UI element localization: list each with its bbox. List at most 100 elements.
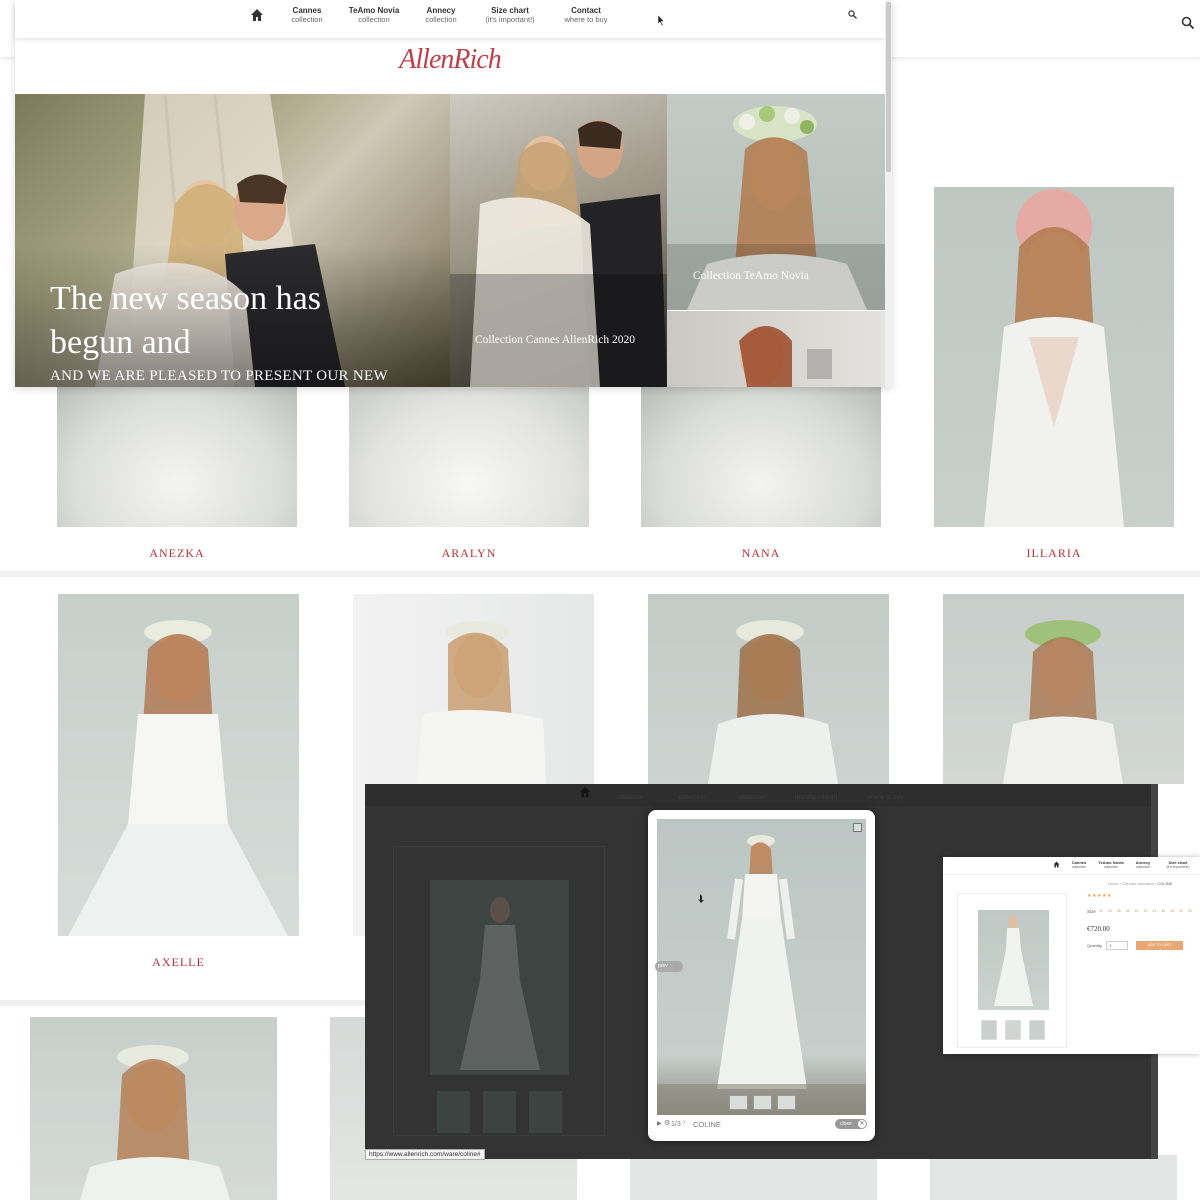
prev-button[interactable]: prev — [655, 961, 683, 972]
image-counter: 1/3 — [671, 1121, 681, 1128]
lightbox-thumb-2[interactable] — [753, 1095, 772, 1110]
scrollbar-thumb[interactable] — [886, 2, 891, 172]
product-image-row3-1[interactable] — [30, 1017, 277, 1200]
nav-item-annecy[interactable]: Annecy collection — [727, 784, 777, 802]
nav-item-cannes[interactable]: Cannes collection — [1065, 860, 1093, 870]
breadcrumb: Home › Cannes collection › COLINE — [1108, 881, 1173, 886]
hero-card-annecy[interactable] — [667, 311, 885, 387]
product-name-aralyn[interactable]: ARALYN — [349, 546, 589, 561]
product-name-anezka[interactable]: ANEZKA — [57, 546, 297, 561]
breadcrumb-current: COLINE — [1157, 881, 1173, 886]
close-label: close — [840, 1121, 852, 1127]
hero-card-cannes-title: Collection Cannes AllenRich 2020 — [475, 334, 636, 346]
search-icon[interactable] — [848, 10, 857, 19]
nav-item-contact[interactable]: Contact where to buy — [553, 6, 619, 24]
size-option[interactable]: 32 — [1099, 909, 1103, 913]
scrollbar[interactable] — [885, 0, 892, 387]
prev-label: prev — [658, 963, 668, 969]
lightbox-product-name: COLINE — [693, 1120, 721, 1129]
dimmed-product-image — [430, 880, 569, 1075]
mini-product-image[interactable] — [978, 910, 1049, 1010]
dimmed-nav-bar: Cannes collection TeAmo Novia collection A… — [365, 784, 1158, 806]
product-image-anezka[interactable] — [57, 385, 297, 527]
size-option[interactable]: 52 — [1188, 909, 1192, 913]
size-option[interactable]: 46 — [1161, 909, 1165, 913]
nav-item-annecy[interactable]: Annecy collection — [411, 6, 471, 24]
nav-item-size-chart[interactable]: Size chart (it's important!) — [1161, 860, 1195, 870]
nav-item-teamo[interactable]: TeAmo Novia collection — [663, 784, 721, 802]
nav-item-size-chart[interactable]: Size chart (it's important!) — [783, 784, 849, 802]
row-divider — [0, 571, 1200, 577]
nav-item-teamo[interactable]: TeAmo Novia collection — [339, 6, 409, 24]
lightbox-thumb-3[interactable] — [777, 1095, 796, 1110]
add-to-cart-button[interactable]: ADD TO CART — [1136, 941, 1183, 950]
nav-item-teamo[interactable]: TeAmo Novia collection — [1097, 860, 1125, 870]
dimmed-thumb-1[interactable] — [437, 1091, 470, 1133]
next-arrow-icon[interactable]: › — [683, 1119, 685, 1126]
hero-card-teamo-title: Collection TeAmo Novia — [693, 270, 809, 282]
quantity-label: Quantity — [1087, 943, 1102, 948]
mouse-cursor-icon — [658, 15, 665, 26]
size-label: Size — [1087, 909, 1096, 914]
mini-thumb-2[interactable] — [1005, 1020, 1021, 1040]
breadcrumb-collection[interactable]: Cannes collection — [1122, 881, 1154, 886]
product-image-nana[interactable] — [641, 385, 881, 527]
size-option[interactable]: 38 — [1126, 909, 1130, 913]
product-image-axelle[interactable] — [58, 594, 299, 936]
nav-item-annecy[interactable]: Annecy collection — [1130, 860, 1156, 870]
product-image-row3-4[interactable] — [930, 1155, 1177, 1200]
quantity-stepper[interactable]: 1 — [1106, 941, 1128, 950]
hero-image-main[interactable]: The new season has begun and AND WE ARE … — [15, 94, 450, 387]
size-option[interactable]: 34 — [1108, 909, 1112, 913]
product-image-aralyn[interactable] — [349, 385, 589, 527]
mini-nav-bar: Cannes collection TeAmo Novia collection A… — [943, 857, 1200, 875]
hero-subline: AND WE ARE PLEASED TO PRESENT OUR NEW — [50, 368, 388, 384]
size-option[interactable]: 36 — [1117, 909, 1121, 913]
close-icon[interactable]: ✕ — [858, 1120, 866, 1128]
hero-card-cannes[interactable]: Collection Cannes AllenRich 2020 — [450, 94, 667, 387]
home-icon[interactable] — [579, 786, 591, 798]
price: €720.00 — [1087, 925, 1110, 933]
lightbox-image[interactable] — [657, 819, 866, 1115]
status-bar-url: https://www.allenrich.com/ware/coline# — [365, 1149, 485, 1160]
search-icon[interactable] — [1181, 16, 1195, 30]
nav-item-cannes[interactable]: Cannes collection — [277, 6, 337, 24]
product-name-axelle[interactable]: AXELLE — [58, 955, 299, 970]
rating-stars: ★★★★★ — [1087, 893, 1112, 899]
size-option[interactable]: 44 — [1152, 909, 1156, 913]
product-image-row3-3[interactable] — [630, 1155, 877, 1200]
expand-icon[interactable] — [853, 823, 862, 832]
lightbox-thumb-1[interactable] — [729, 1095, 748, 1110]
product-name-illaria[interactable]: ILLARIA — [934, 546, 1174, 561]
home-icon[interactable] — [1053, 861, 1060, 868]
hero-card-teamo[interactable]: Collection TeAmo Novia — [667, 94, 885, 310]
product-page-window: Cannes collection TeAmo Novia collection A… — [943, 857, 1200, 1054]
brand-logo[interactable]: AllenRich — [375, 44, 525, 76]
nav-item-cannes[interactable]: Cannes collection — [605, 784, 655, 802]
dimmed-thumb-2[interactable] — [483, 1091, 516, 1133]
size-option[interactable]: 40 — [1135, 909, 1139, 913]
mouse-cursor-icon — [698, 894, 705, 903]
settings-icon[interactable]: ⚙ — [664, 1119, 670, 1127]
mini-thumb-1[interactable] — [981, 1020, 997, 1040]
size-option[interactable]: 42 — [1144, 909, 1148, 913]
size-option[interactable]: 48 — [1170, 909, 1174, 913]
home-icon[interactable] — [250, 8, 264, 22]
nav-item-contact[interactable]: Contact where to buy — [855, 784, 915, 802]
play-icon[interactable]: ▶ — [657, 1120, 662, 1127]
mini-thumb-3[interactable] — [1029, 1020, 1045, 1040]
size-option[interactable]: 50 — [1179, 909, 1183, 913]
nav-item-size-chart[interactable]: Size chart (it's important!) — [473, 6, 547, 24]
dimmed-thumb-3[interactable] — [529, 1091, 562, 1133]
close-button[interactable]: close ✕ — [835, 1119, 867, 1129]
size-options: 32 34 36 38 40 42 44 46 48 50 52 — [1099, 909, 1199, 913]
product-image-row2-3[interactable] — [648, 594, 889, 784]
hero-headline-line1: The new season has — [50, 280, 321, 317]
product-name-nana[interactable]: NANA — [641, 546, 881, 561]
product-image-illaria[interactable] — [934, 187, 1174, 527]
front-window: Cannes collection TeAmo Novia collection A… — [15, 0, 892, 387]
nav-bar: Cannes collection TeAmo Novia collection A… — [15, 0, 885, 38]
lightbox-modal: prev ▶ ⚙ › 1/3 COLINE close ✕ — [648, 810, 875, 1141]
breadcrumb-home[interactable]: Home — [1108, 881, 1119, 886]
product-image-row2-4[interactable] — [943, 594, 1184, 784]
